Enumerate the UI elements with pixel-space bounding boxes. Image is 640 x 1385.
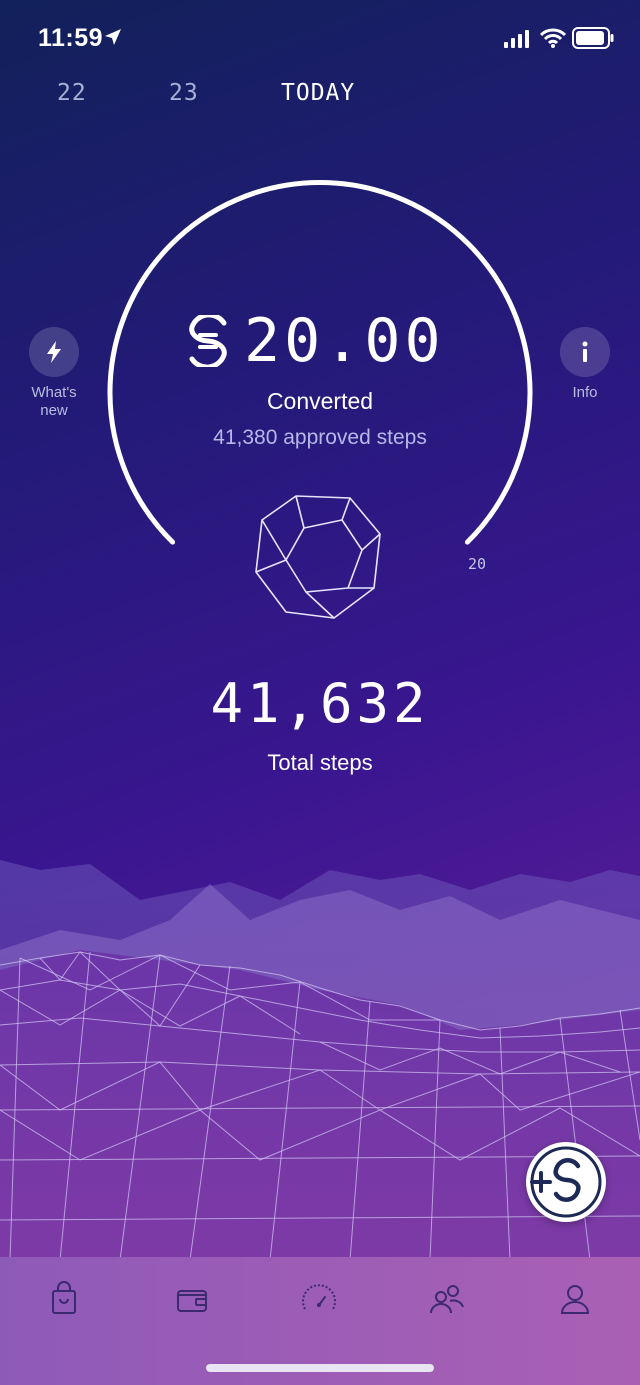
add-sweatcoin-button[interactable]	[526, 1142, 606, 1222]
friends-icon	[430, 1285, 464, 1314]
info-icon	[582, 341, 588, 362]
nav-wallet[interactable]	[172, 1279, 212, 1319]
status-bar: 11:59	[0, 0, 640, 80]
nav-shop[interactable]	[44, 1279, 84, 1319]
gem-icon	[255, 495, 381, 619]
date-tabs: 22 23 TODAY	[0, 76, 640, 116]
tab-day-23[interactable]: 23	[169, 80, 199, 106]
gauge-max-label: 20	[468, 555, 487, 573]
speedometer-icon	[302, 1284, 336, 1310]
home-indicator[interactable]	[206, 1364, 434, 1372]
approved-steps: 41,380 approved steps	[213, 426, 427, 449]
status-time: 11:59	[38, 24, 104, 52]
whats-new-button[interactable]	[29, 327, 79, 377]
sweatcoin-icon	[189, 315, 227, 367]
nav-profile[interactable]	[555, 1279, 595, 1319]
add-sweatcoin-icon	[530, 1146, 602, 1218]
converted-amount: 20.00	[244, 306, 445, 376]
tab-day-22[interactable]: 22	[57, 80, 87, 106]
profile-icon	[560, 1285, 590, 1314]
battery-icon	[572, 27, 614, 49]
total-steps: 41,632	[210, 672, 430, 735]
nav-friends[interactable]	[426, 1279, 466, 1319]
total-steps-label: Total steps	[267, 750, 373, 775]
tab-today[interactable]: TODAY	[281, 80, 355, 106]
shopping-bag-icon	[52, 1281, 76, 1314]
lightning-icon	[47, 341, 61, 363]
app-screen: 11:59 22 23 TODAY What's new Info 20.00 …	[0, 0, 640, 1385]
location-arrow-icon	[105, 29, 121, 45]
nav-speedometer[interactable]	[299, 1279, 339, 1319]
wallet-icon	[177, 1290, 207, 1312]
wifi-icon	[540, 28, 566, 48]
converted-amount-row: 20.00	[186, 306, 445, 376]
info-button[interactable]	[560, 327, 610, 377]
cellular-signal-icon	[504, 30, 529, 48]
converted-label: Converted	[266, 388, 374, 414]
